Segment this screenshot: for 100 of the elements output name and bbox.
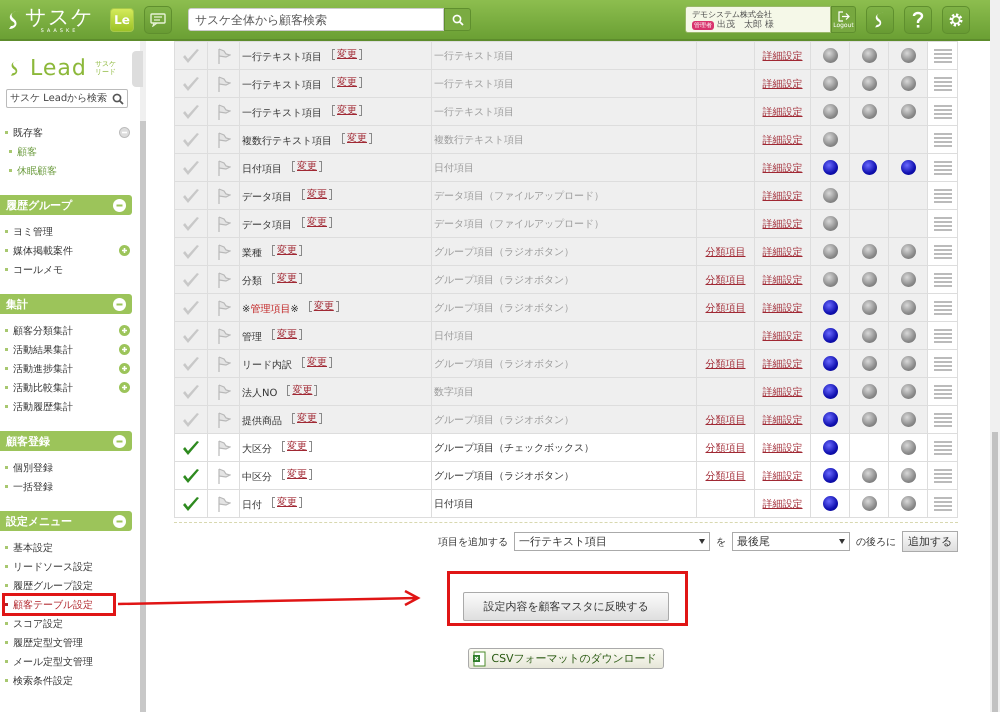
status-dot[interactable] (900, 440, 916, 455)
status-dot[interactable] (862, 104, 876, 119)
status-dot[interactable] (822, 440, 838, 455)
swirl-button[interactable] (866, 6, 894, 34)
status-dot[interactable] (822, 160, 838, 175)
status-dot[interactable] (822, 132, 838, 147)
drag-handle-icon[interactable] (934, 76, 952, 90)
apply-button[interactable]: 設定内容を顧客マスタに反映する (463, 592, 669, 621)
status-dot[interactable] (822, 188, 838, 203)
help-button[interactable] (904, 6, 932, 34)
status-dot[interactable] (822, 384, 838, 399)
status-dot[interactable] (822, 328, 838, 343)
menu-item[interactable]: 媒体掲載案件 (5, 244, 73, 258)
check-icon[interactable] (182, 132, 200, 148)
check-icon[interactable] (182, 244, 200, 260)
change-link[interactable]: 変更 (282, 439, 312, 454)
collapse-icon[interactable] (113, 298, 126, 310)
sidebar-search-field[interactable]: サスケ Leadから検索 (6, 89, 128, 108)
search-button[interactable] (444, 8, 471, 31)
status-dot[interactable] (862, 48, 876, 63)
drag-handle-icon[interactable] (934, 384, 952, 398)
drag-handle-icon[interactable] (934, 440, 952, 454)
menu-item[interactable]: 活動結果集計 (5, 342, 73, 356)
menu-item[interactable]: 基本設定 (5, 540, 53, 554)
drag-handle-icon[interactable] (934, 48, 952, 62)
drag-handle-icon[interactable] (934, 104, 952, 118)
status-dot[interactable] (900, 356, 916, 371)
status-dot[interactable] (900, 496, 916, 511)
status-dot[interactable] (822, 244, 838, 259)
collapse-icon[interactable] (113, 514, 126, 528)
menu-item[interactable]: 活動履歴集計 (5, 400, 73, 414)
add-icon[interactable] (119, 325, 130, 336)
status-dot[interactable] (822, 76, 838, 91)
status-dot[interactable] (900, 48, 916, 63)
change-link[interactable]: 変更 (282, 467, 312, 482)
status-dot[interactable] (900, 412, 916, 427)
position-select[interactable]: 最後尾 (732, 532, 850, 551)
menu-subitem[interactable]: 顧客 (5, 144, 37, 158)
change-link[interactable]: 変更 (292, 411, 322, 426)
drag-handle-icon[interactable] (934, 216, 952, 230)
status-dot[interactable] (822, 48, 838, 63)
change-link[interactable]: 変更 (272, 495, 302, 510)
menu-item[interactable]: 個別登録 (5, 460, 53, 474)
status-dot[interactable] (862, 300, 876, 315)
add-icon[interactable] (119, 245, 130, 256)
menu-subitem[interactable]: 休眠顧客 (5, 164, 57, 178)
status-dot[interactable] (900, 272, 916, 287)
menu-item[interactable]: 顧客テーブル設定 (5, 598, 93, 612)
status-dot[interactable] (822, 216, 838, 231)
change-link[interactable]: 変更 (308, 299, 339, 314)
status-dot[interactable] (822, 356, 838, 371)
collapse-icon[interactable] (113, 198, 126, 212)
change-link[interactable]: 変更 (342, 131, 372, 146)
drag-handle-icon[interactable] (934, 356, 952, 370)
check-icon[interactable] (182, 48, 200, 64)
change-link[interactable]: 変更 (302, 187, 332, 202)
drag-handle-icon[interactable] (934, 496, 952, 510)
drag-handle-icon[interactable] (934, 244, 952, 258)
drag-handle-icon[interactable] (934, 412, 952, 426)
change-link[interactable]: 変更 (332, 47, 362, 62)
status-dot[interactable] (862, 160, 876, 175)
change-link[interactable]: 変更 (332, 75, 362, 90)
menu-item[interactable]: 一括登録 (5, 480, 53, 494)
change-link[interactable]: 変更 (287, 383, 318, 398)
check-icon[interactable] (182, 160, 200, 176)
status-dot[interactable] (822, 104, 838, 119)
status-dot[interactable] (862, 272, 876, 287)
menu-item[interactable]: 活動進捗集計 (5, 362, 73, 376)
check-icon[interactable] (182, 496, 200, 512)
add-button[interactable]: 追加する (902, 531, 958, 552)
check-icon[interactable] (182, 328, 200, 344)
status-dot[interactable] (900, 384, 916, 399)
status-dot[interactable] (862, 328, 876, 343)
menu-item[interactable]: 活動比較集計 (5, 380, 73, 394)
drag-handle-icon[interactable] (934, 272, 952, 286)
status-dot[interactable] (862, 468, 876, 483)
status-dot[interactable] (822, 412, 838, 427)
csv-download-button[interactable]: CSVフォーマットのダウンロード (468, 648, 664, 669)
status-dot[interactable] (900, 104, 916, 119)
collapse-icon[interactable] (119, 127, 130, 138)
change-link[interactable]: 変更 (302, 355, 332, 370)
change-link[interactable]: 変更 (302, 215, 332, 230)
menu-item[interactable]: 検索条件設定 (5, 674, 73, 688)
menu-item[interactable]: 顧客分類集計 (5, 324, 73, 338)
status-dot[interactable] (900, 300, 916, 315)
drag-handle-icon[interactable] (934, 188, 952, 202)
change-link[interactable]: 変更 (272, 327, 302, 342)
check-icon[interactable] (182, 356, 200, 372)
check-icon[interactable] (182, 272, 200, 288)
status-dot[interactable] (900, 328, 916, 343)
drag-handle-icon[interactable] (934, 468, 952, 482)
status-dot[interactable] (862, 496, 876, 511)
message-button[interactable] (144, 6, 172, 34)
menu-item[interactable]: 既存客 (5, 126, 43, 140)
drag-handle-icon[interactable] (934, 132, 952, 146)
menu-item[interactable]: ヨミ管理 (5, 224, 53, 238)
settings-button[interactable] (942, 6, 970, 34)
status-dot[interactable] (862, 384, 876, 399)
drag-handle-icon[interactable] (934, 300, 952, 314)
check-icon[interactable] (182, 300, 200, 316)
